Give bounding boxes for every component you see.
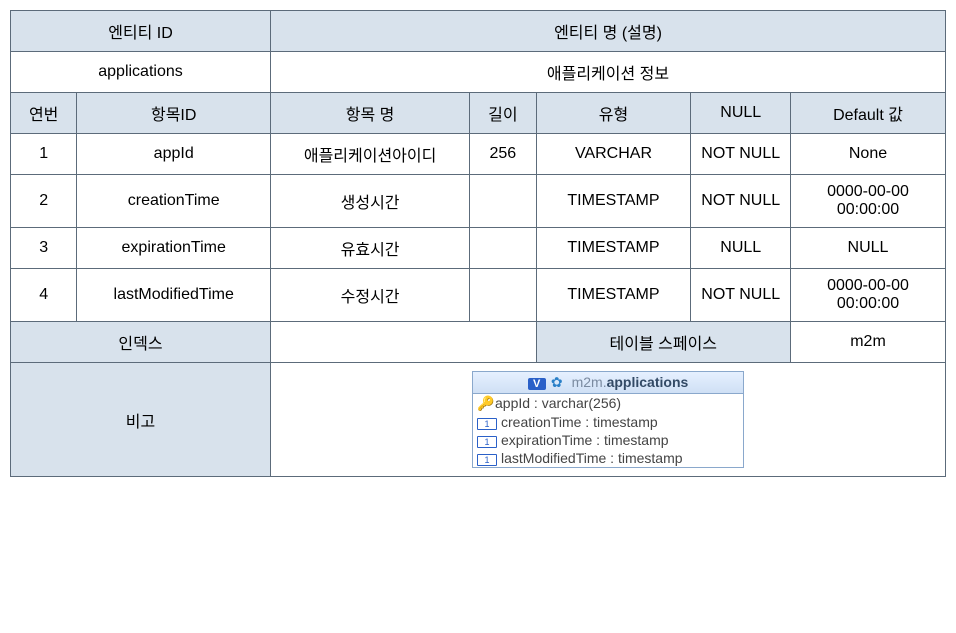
tablespace-label: 테이블 스페이스 — [536, 322, 790, 363]
cell-seq: 1 — [11, 134, 77, 175]
col-seq: 연번 — [11, 93, 77, 134]
header-row-2: applications 애플리케이션 정보 — [11, 52, 946, 93]
cell-length: 256 — [470, 134, 536, 175]
schema-col-text: expirationTime : timestamp — [501, 432, 669, 448]
cell-item-id: lastModifiedTime — [77, 269, 271, 322]
column-icon: 1 — [477, 454, 497, 466]
cell-type: TIMESTAMP — [536, 175, 691, 228]
key-icon: 🔑 — [477, 395, 491, 412]
cell-type: TIMESTAMP — [536, 269, 691, 322]
cell-null: NOT NULL — [691, 134, 791, 175]
schema-col-text: appId : varchar(256) — [495, 395, 621, 411]
cell-item-id: expirationTime — [77, 228, 271, 269]
index-row: 인덱스 테이블 스페이스 m2m — [11, 322, 946, 363]
index-label: 인덱스 — [11, 322, 271, 363]
entity-id-label: 엔티티 ID — [11, 11, 271, 52]
col-default: Default 값 — [791, 93, 946, 134]
cell-default: 0000-00-00 00:00:00 — [791, 175, 946, 228]
col-length: 길이 — [470, 93, 536, 134]
cell-item-id: appId — [77, 134, 271, 175]
schema-column: 1 expirationTime : timestamp — [473, 431, 743, 449]
cell-type: TIMESTAMP — [536, 228, 691, 269]
cell-null: NOT NULL — [691, 269, 791, 322]
cell-type: VARCHAR — [536, 134, 691, 175]
cell-item-name: 유효시간 — [271, 228, 470, 269]
cell-default: 0000-00-00 00:00:00 — [791, 269, 946, 322]
column-icon: 1 — [477, 418, 497, 430]
col-item-id: 항목ID — [77, 93, 271, 134]
cell-null: NULL — [691, 228, 791, 269]
cell-default: NULL — [791, 228, 946, 269]
column-icon: 1 — [477, 436, 497, 448]
cell-length — [470, 175, 536, 228]
cell-seq: 2 — [11, 175, 77, 228]
tablespace-value: m2m — [791, 322, 946, 363]
col-item-name: 항목 명 — [271, 93, 470, 134]
schema-column: 1 creationTime : timestamp — [473, 413, 743, 431]
column-header-row: 연번 항목ID 항목 명 길이 유형 NULL Default 값 — [11, 93, 946, 134]
schema-col-text: lastModifiedTime : timestamp — [501, 450, 683, 466]
remarks-label: 비고 — [11, 363, 271, 477]
schema-prefix: m2m. — [572, 374, 607, 390]
index-value — [271, 322, 537, 363]
cell-length — [470, 269, 536, 322]
cell-seq: 3 — [11, 228, 77, 269]
cell-default: None — [791, 134, 946, 175]
table-row: 2 creationTime 생성시간 TIMESTAMP NOT NULL 0… — [11, 175, 946, 228]
entity-name-label: 엔티티 명 (설명) — [271, 11, 946, 52]
schema-title: V ✿ m2m.applications — [473, 372, 743, 394]
cell-length — [470, 228, 536, 269]
cell-null: NOT NULL — [691, 175, 791, 228]
cell-item-id: creationTime — [77, 175, 271, 228]
header-row-1: 엔티티 ID 엔티티 명 (설명) — [11, 11, 946, 52]
schema-column: 🔑appId : varchar(256) — [473, 394, 743, 413]
schema-diagram: V ✿ m2m.applications 🔑appId : varchar(256… — [472, 371, 744, 468]
gear-icon: ✿ — [550, 374, 564, 391]
entity-id-value: applications — [11, 52, 271, 93]
cell-item-name: 수정시간 — [271, 269, 470, 322]
schema-column: 1 lastModifiedTime : timestamp — [473, 449, 743, 467]
cell-seq: 4 — [11, 269, 77, 322]
remarks-content: V ✿ m2m.applications 🔑appId : varchar(256… — [271, 363, 946, 477]
col-null: NULL — [691, 93, 791, 134]
cell-item-name: 생성시간 — [271, 175, 470, 228]
entity-name-value: 애플리케이션 정보 — [271, 52, 946, 93]
remarks-row: 비고 V ✿ m2m.applications 🔑appId : varchar(… — [11, 363, 946, 477]
schema-name: applications — [607, 374, 689, 390]
cell-item-name: 애플리케이션아이디 — [271, 134, 470, 175]
table-row: 1 appId 애플리케이션아이디 256 VARCHAR NOT NULL N… — [11, 134, 946, 175]
table-row: 3 expirationTime 유효시간 TIMESTAMP NULL NUL… — [11, 228, 946, 269]
view-icon: V — [528, 378, 546, 390]
schema-col-text: creationTime : timestamp — [501, 414, 658, 430]
table-row: 4 lastModifiedTime 수정시간 TIMESTAMP NOT NU… — [11, 269, 946, 322]
entity-spec-table: 엔티티 ID 엔티티 명 (설명) applications 애플리케이션 정보… — [10, 10, 946, 477]
col-type: 유형 — [536, 93, 691, 134]
